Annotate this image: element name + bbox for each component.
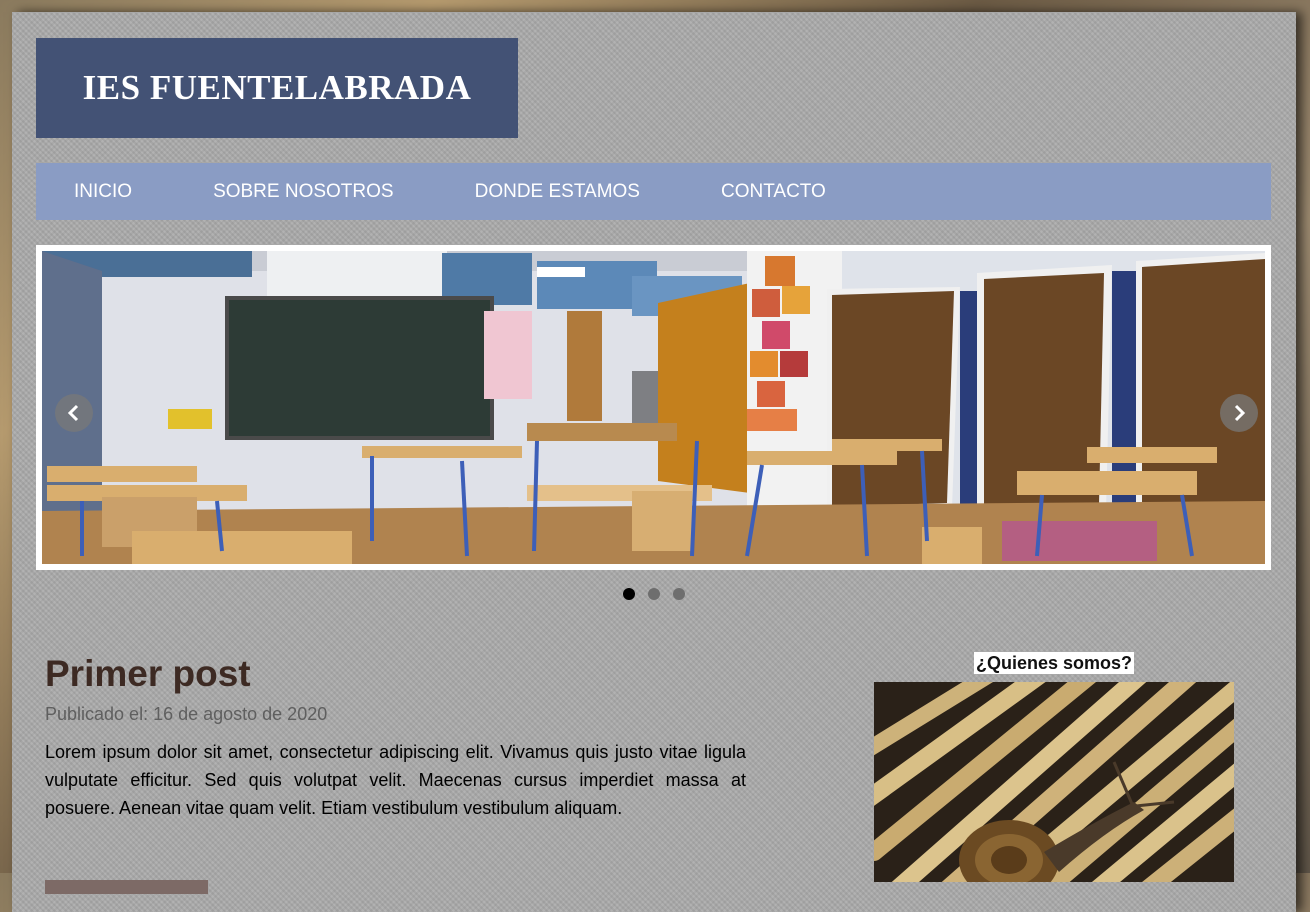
image-slider [36, 245, 1271, 570]
sidebar-image-snail [874, 682, 1234, 882]
nav-item-donde-estamos[interactable]: DONDE ESTAMOS [475, 181, 640, 203]
chevron-left-icon [67, 404, 79, 422]
slider-next-button[interactable] [1220, 394, 1258, 432]
post-title[interactable]: Primer post [45, 652, 746, 696]
blog-post: Primer post Publicado el: 16 de agosto d… [45, 652, 746, 894]
nav-item-sobre-nosotros[interactable]: SOBRE NOSOTROS [213, 181, 394, 203]
slider-dot-3[interactable] [673, 588, 685, 600]
nav-item-contacto[interactable]: CONTACTO [721, 181, 826, 203]
main-nav: INICIO SOBRE NOSOTROS DONDE ESTAMOS CONT… [36, 163, 1271, 220]
site-title-box: IES FUENTELABRADA [36, 38, 518, 138]
nav-item-inicio[interactable]: INICIO [74, 181, 132, 203]
chevron-right-icon [1234, 404, 1246, 422]
slide-image-classroom [42, 251, 1265, 564]
read-more-button[interactable] [45, 880, 208, 894]
site-title: IES FUENTELABRADA [82, 68, 472, 107]
slider-indicators [12, 588, 1296, 600]
slider-dot-1[interactable] [623, 588, 635, 600]
page-container: IES FUENTELABRADA INICIO SOBRE NOSOTROS … [12, 12, 1296, 912]
sidebar: ¿Quienes somos? [874, 652, 1234, 882]
post-body: Lorem ipsum dolor sit amet, consectetur … [45, 742, 746, 819]
slider-dot-2[interactable] [648, 588, 660, 600]
slider-prev-button[interactable] [55, 394, 93, 432]
sidebar-title: ¿Quienes somos? [973, 652, 1135, 674]
post-date: Publicado el: 16 de agosto de 2020 [45, 704, 328, 725]
